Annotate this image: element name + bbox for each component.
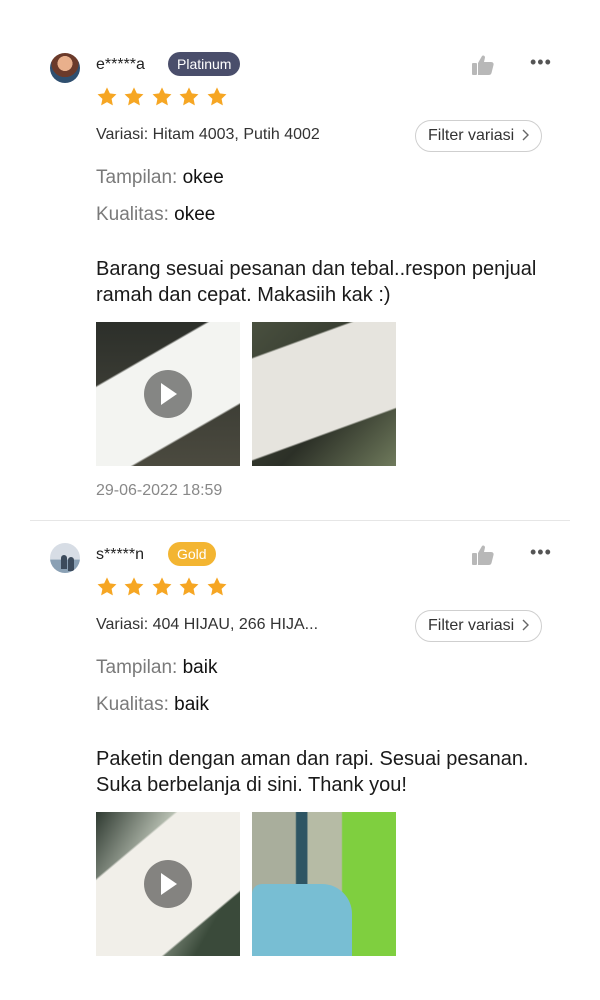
review-text: Paketin dengan aman dan rapi. Sesuai pes…	[96, 748, 529, 796]
quality-label: Kualitas:	[96, 204, 169, 225]
variation-text: Variasi: Hitam 4003, Putih 4002	[96, 126, 320, 143]
play-button[interactable]	[144, 860, 192, 908]
appearance-attribute: Tampilan: baik	[96, 657, 217, 679]
quality-attribute: Kualitas: okee	[96, 204, 215, 226]
star-icon	[125, 87, 144, 106]
username: e*****a	[96, 56, 145, 73]
filter-variation-label: Filter variasi	[428, 617, 515, 634]
appearance-value: baik	[182, 657, 218, 678]
username: s*****n	[96, 546, 145, 563]
star-icon	[179, 577, 199, 596]
divider	[30, 520, 570, 521]
membership-badge: Platinum	[168, 52, 241, 76]
star-icon	[179, 87, 199, 106]
quality-value: baik	[174, 694, 210, 715]
review-video-thumbnail[interactable]	[96, 322, 240, 466]
star-icon	[125, 577, 144, 596]
review-photo-thumbnail[interactable]	[252, 322, 396, 466]
appearance-value: okee	[182, 167, 224, 188]
thumbs-up-icon[interactable]	[471, 54, 495, 76]
play-button[interactable]	[144, 370, 192, 418]
quality-label: Kualitas:	[96, 694, 169, 715]
star-icon	[207, 87, 227, 106]
review-photo-thumbnail[interactable]	[252, 812, 396, 956]
star-rating	[96, 86, 229, 110]
membership-badge: Gold	[168, 542, 216, 566]
more-options-icon[interactable]: •••	[530, 542, 552, 563]
avatar[interactable]	[50, 53, 80, 83]
star-icon	[207, 577, 227, 596]
avatar[interactable]	[50, 543, 80, 573]
thumbs-up-icon[interactable]	[471, 544, 495, 566]
star-icon	[152, 87, 172, 106]
appearance-label: Tampilan:	[96, 657, 178, 678]
filter-variation-button[interactable]: Filter variasi	[415, 610, 542, 642]
quality-attribute: Kualitas: baik	[96, 694, 209, 716]
variation-text: Variasi: 404 HIJAU, 266 HIJA...	[96, 616, 319, 633]
quality-value: okee	[174, 204, 216, 225]
review-timestamp: 29-06-2022 18:59	[96, 482, 223, 499]
appearance-attribute: Tampilan: okee	[96, 167, 224, 189]
play-icon	[161, 873, 177, 895]
filter-variation-label: Filter variasi	[428, 127, 515, 144]
chevron-right-icon	[522, 129, 529, 141]
play-icon	[161, 383, 177, 405]
star-icon	[152, 577, 172, 596]
review-video-thumbnail[interactable]	[96, 812, 240, 956]
appearance-label: Tampilan:	[96, 167, 178, 188]
star-icon	[97, 577, 117, 596]
more-options-icon[interactable]: •••	[530, 52, 552, 73]
review-text: Barang sesuai pesanan dan tebal..respon …	[96, 258, 537, 306]
star-rating	[96, 576, 229, 600]
chevron-right-icon	[522, 619, 529, 631]
star-icon	[97, 87, 117, 106]
filter-variation-button[interactable]: Filter variasi	[415, 120, 542, 152]
